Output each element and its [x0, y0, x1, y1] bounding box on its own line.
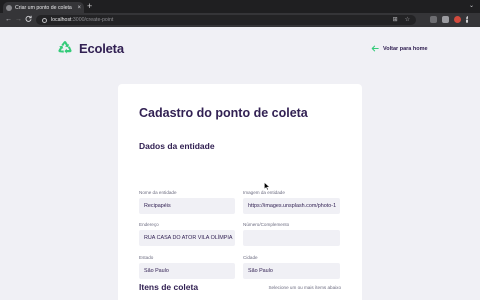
reload-button[interactable]: [25, 15, 32, 26]
city-label: Cidade: [243, 255, 258, 260]
address-bar[interactable]: localhost:3000/create-point ⊞ ☆: [36, 15, 416, 25]
bookmark-star-icon[interactable]: ☆: [405, 16, 410, 24]
extensions-puzzle-icon[interactable]: [442, 16, 449, 23]
city-input[interactable]: São Paulo: [243, 263, 340, 279]
browser-menu-icon[interactable]: [466, 16, 468, 23]
browser-toolbar: ← → localhost:3000/create-point ⊞ ☆: [0, 13, 480, 27]
browser-tab[interactable]: Criar um ponto de coleta ×: [3, 2, 84, 13]
omnibox-actions: ⊞ ☆: [393, 16, 410, 24]
name-input[interactable]: Recipapéis: [139, 198, 235, 214]
name-label: Nome da entidade: [139, 190, 177, 195]
mouse-cursor-icon: [264, 182, 270, 191]
profile-avatar[interactable]: [454, 16, 461, 23]
state-label: Estado: [139, 255, 154, 260]
form-title: Cadastro do ponto de coleta: [139, 106, 308, 120]
create-point-form: Cadastro do ponto de coleta Dados da ent…: [118, 84, 362, 300]
section-title-entity: Dados da entidade: [139, 141, 215, 151]
site-info-icon[interactable]: [42, 17, 47, 23]
recycle-icon: [58, 41, 72, 54]
state-input[interactable]: São Paulo: [139, 263, 235, 279]
number-label: Número/Complemento: [243, 222, 290, 227]
page-viewport: Ecoleta Voltar para home Cadastro do pon…: [0, 27, 480, 300]
arrow-left-icon: [371, 45, 379, 52]
items-hint: Selecione um ou mais ítems abaixo: [268, 285, 341, 290]
url-path: :3000/create-point: [71, 17, 114, 23]
brand: Ecoleta: [57, 40, 124, 56]
favicon-icon: [6, 4, 12, 11]
address-label: Endereço: [139, 222, 159, 227]
back-button[interactable]: ←: [5, 15, 12, 25]
new-tab-button[interactable]: +: [87, 2, 92, 11]
brand-name: Ecoleta: [79, 40, 124, 56]
tab-title: Criar um ponto de coleta: [15, 4, 72, 11]
forward-button[interactable]: →: [15, 15, 22, 25]
back-to-home-link[interactable]: Voltar para home: [371, 45, 428, 52]
translate-icon[interactable]: ⊞: [393, 16, 398, 24]
url-host: localhost: [51, 17, 72, 23]
address-input[interactable]: RUA CASA DO ATOR VILA OLÍMPIA: [139, 230, 235, 246]
browser-tab-strip: Criar um ponto de coleta × + ⌄: [0, 0, 480, 13]
section-title-items: Itens de coleta: [139, 282, 199, 292]
url-text: localhost:3000/create-point: [51, 17, 113, 23]
tab-close-icon[interactable]: ×: [77, 5, 81, 11]
extension-icon[interactable]: [430, 16, 437, 23]
extensions-area: [430, 16, 468, 23]
reload-icon: [25, 15, 32, 22]
number-input[interactable]: [243, 230, 340, 246]
back-link-label: Voltar para home: [383, 45, 428, 52]
tab-search-icon[interactable]: ⌄: [469, 2, 474, 9]
image-url-input[interactable]: https://images.unsplash.com/photo-1: [243, 198, 340, 214]
image-label: Imagem da entidade: [243, 190, 285, 195]
